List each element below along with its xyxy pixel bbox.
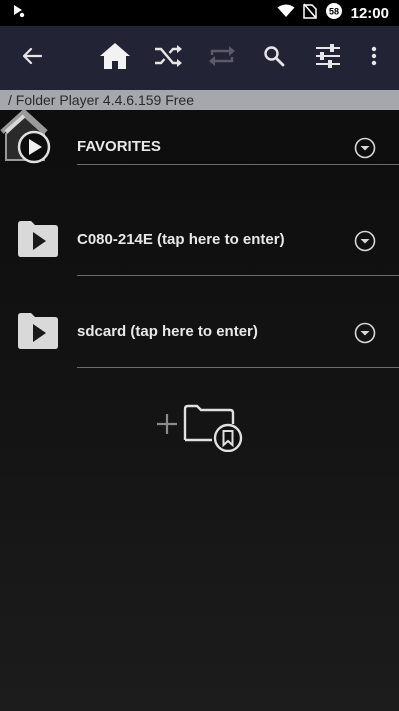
- more-options-button[interactable]: [362, 26, 386, 90]
- play-notification-icon: [12, 4, 26, 23]
- search-icon: [263, 45, 285, 72]
- path-bar: / Folder Player 4.4.6.159 Free: [0, 90, 399, 110]
- shuffle-icon: [153, 44, 183, 73]
- repeat-icon: [207, 44, 237, 73]
- equalizer-icon: [314, 43, 342, 74]
- repeat-button[interactable]: [204, 26, 240, 90]
- folder-play-icon: [18, 313, 58, 349]
- favorites-label: FAVORITES: [77, 138, 161, 155]
- search-button[interactable]: [258, 26, 290, 90]
- folder-label: sdcard (tap here to enter): [77, 323, 258, 340]
- home-play-icon: [0, 109, 58, 166]
- status-bar: 58 12:00: [0, 0, 399, 26]
- equalizer-button[interactable]: [310, 26, 346, 90]
- chevron-down-icon[interactable]: [354, 137, 376, 159]
- wifi-icon: [277, 4, 295, 23]
- home-icon: [99, 42, 131, 75]
- folder-label: C080-214E (tap here to enter): [77, 231, 285, 248]
- list-item[interactable]: C080-214E (tap here to enter): [0, 184, 399, 276]
- back-arrow-icon: [22, 47, 43, 70]
- divider: [77, 367, 399, 368]
- divider: [77, 164, 399, 165]
- chevron-down-icon[interactable]: [354, 322, 376, 344]
- status-clock: 12:00: [350, 4, 389, 22]
- no-sim-icon: [302, 3, 317, 24]
- data-saver-icon: 58: [325, 2, 343, 25]
- back-button[interactable]: [14, 26, 50, 90]
- svg-text:58: 58: [329, 6, 339, 16]
- folder-play-icon: [18, 221, 58, 257]
- add-favorite-folder-button[interactable]: [154, 400, 246, 453]
- add-folder-bookmark-icon: [154, 404, 246, 456]
- more-vert-icon: [371, 46, 377, 71]
- list-item[interactable]: sdcard (tap here to enter): [0, 276, 399, 368]
- chevron-down-icon[interactable]: [354, 230, 376, 252]
- shuffle-button[interactable]: [150, 26, 186, 90]
- home-button[interactable]: [96, 26, 134, 90]
- toolbar: [0, 26, 399, 90]
